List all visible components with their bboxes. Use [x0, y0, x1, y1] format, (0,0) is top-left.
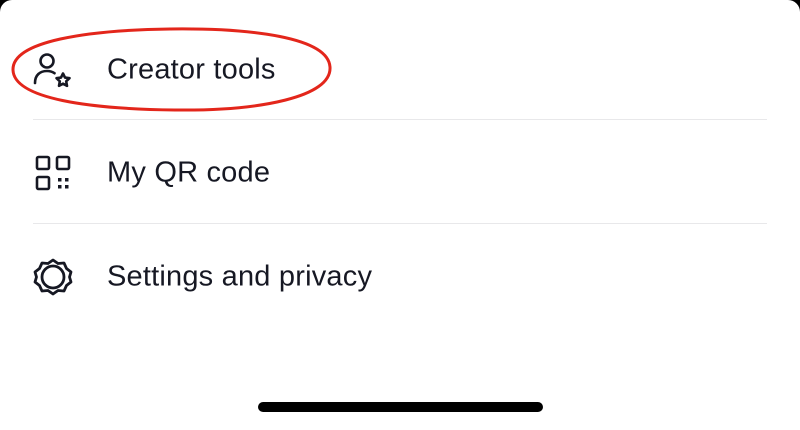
bottom-sheet: Creator tools My QR code Settings and pr…: [0, 0, 800, 430]
home-indicator[interactable]: [258, 402, 543, 412]
menu-item-label: Creator tools: [107, 53, 276, 85]
divider: [33, 119, 767, 120]
menu-item-qr-code[interactable]: My QR code: [0, 121, 800, 224]
menu-item-settings-privacy[interactable]: Settings and privacy: [0, 225, 800, 328]
person-star-icon: [30, 47, 76, 93]
menu-item-label: Settings and privacy: [107, 260, 373, 292]
menu-item-label: My QR code: [107, 156, 271, 188]
menu-item-creator-tools[interactable]: Creator tools: [0, 18, 800, 121]
gear-icon: [30, 254, 76, 300]
divider: [33, 223, 767, 224]
qr-code-icon: [30, 150, 76, 196]
